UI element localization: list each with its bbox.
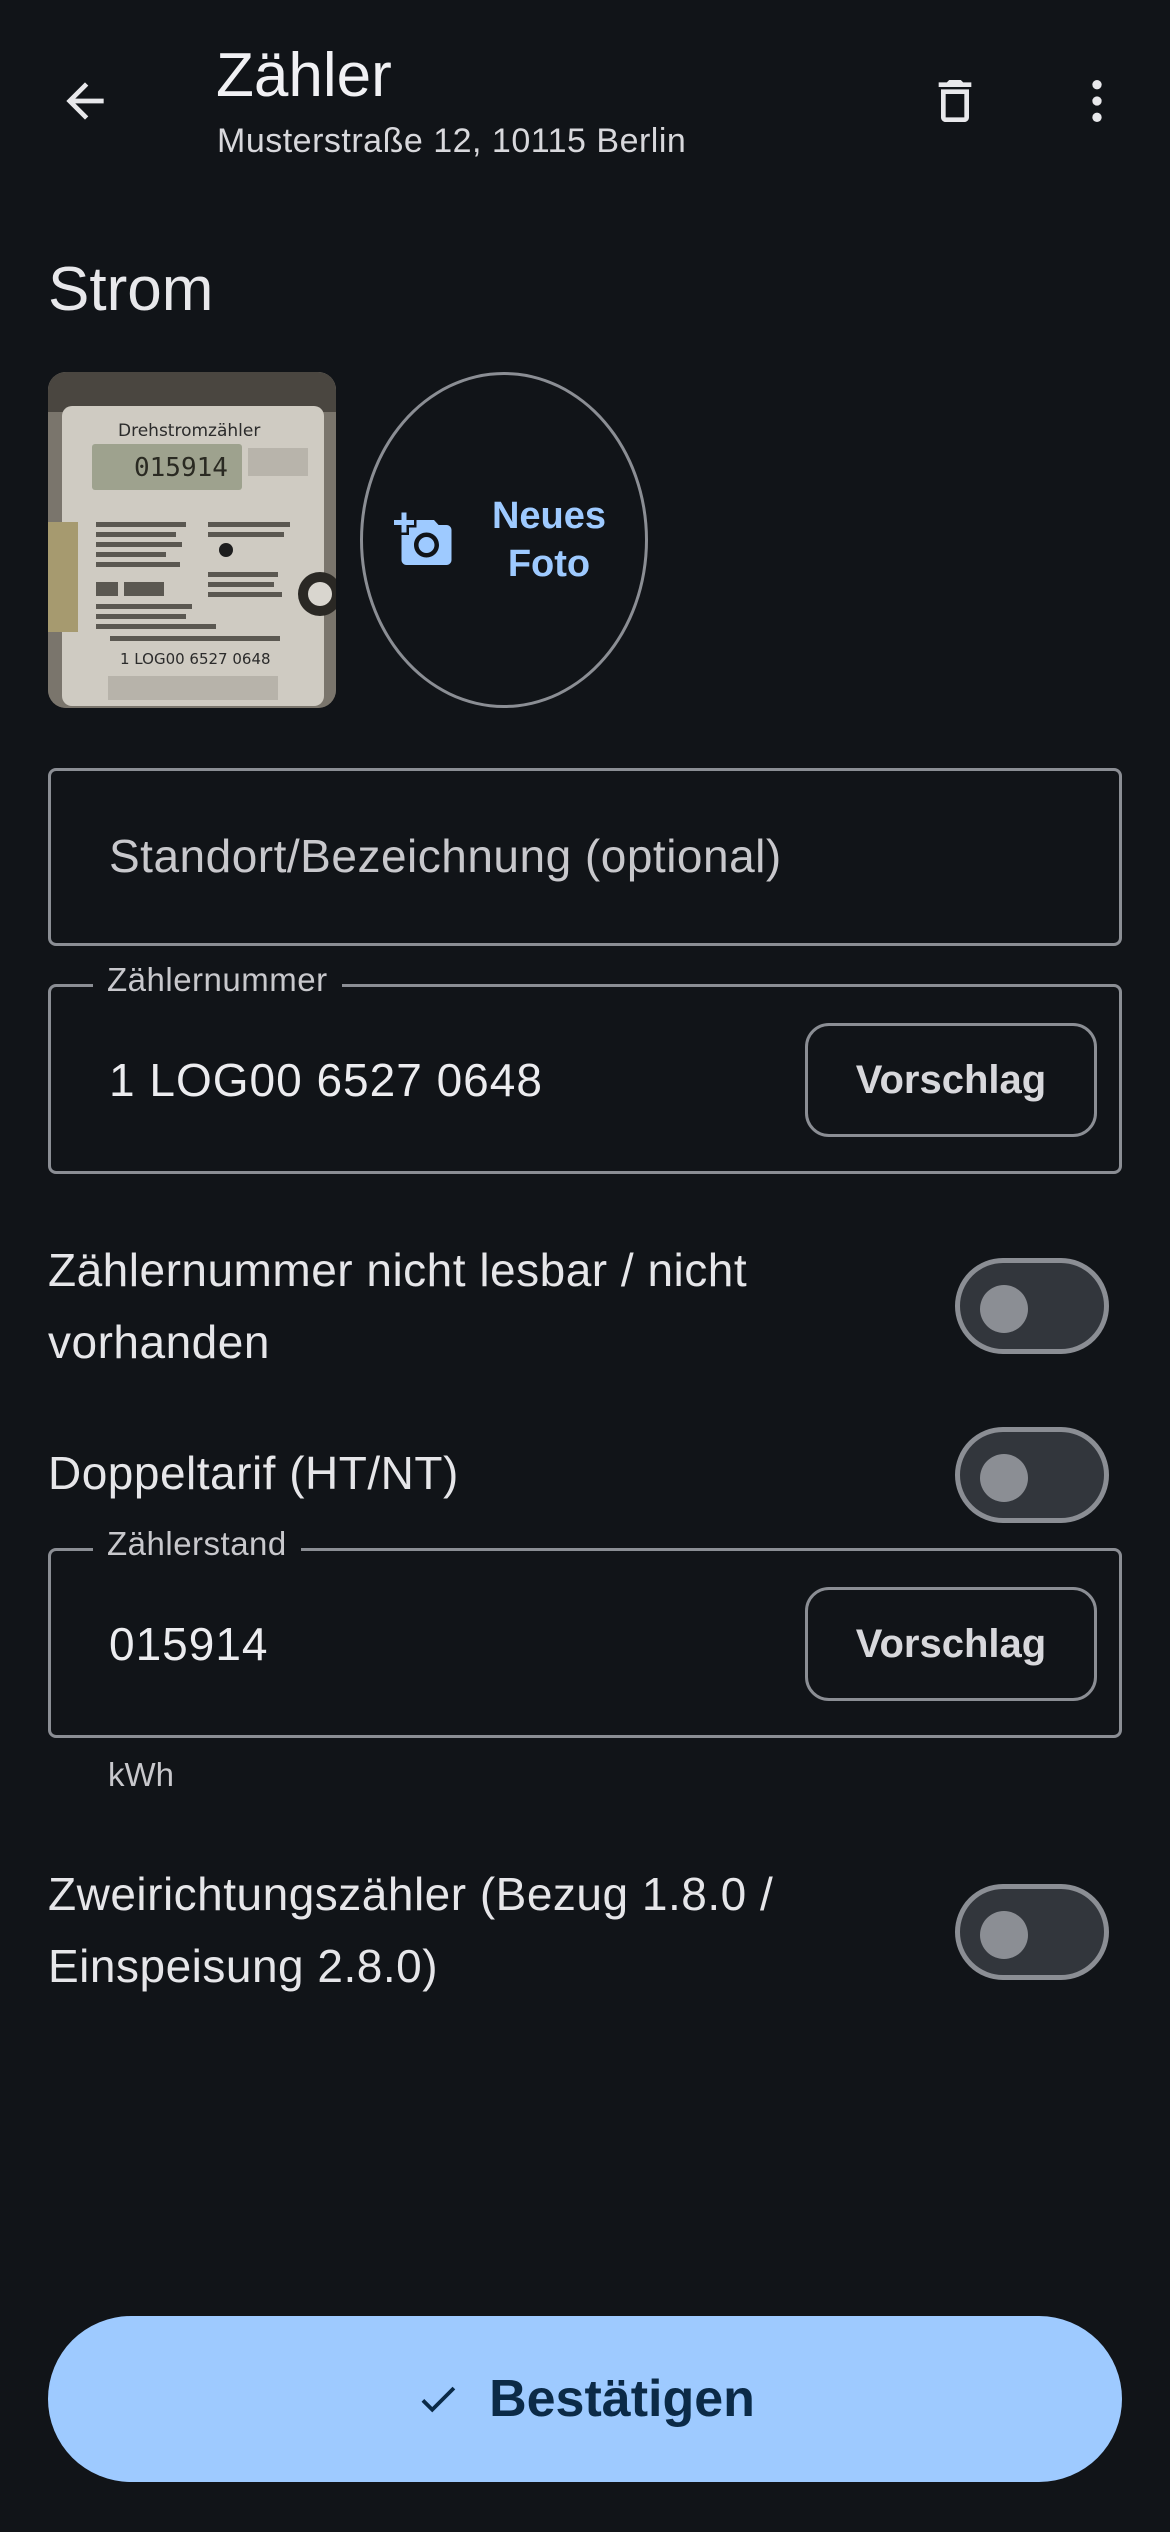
add-a-photo-icon [394,512,452,565]
meter-number-field[interactable]: Zählernummer 1 LOG00 6527 0648 Vorschlag [48,961,1122,1174]
meter-photo-image: Drehstromzähler 015914 1 LOG00 6527 0648 [48,372,336,708]
more-options-button[interactable] [1052,56,1142,146]
thumb-number-text: 1 LOG00 6527 0648 [120,650,271,668]
delete-button[interactable] [910,56,1000,146]
page-subtitle-address: Musterstraße 12, 10115 Berlin [217,122,687,160]
arrow-back-icon [66,82,104,120]
meter-number-label: Zählernummer [93,961,342,999]
thumb-display-text: 015914 [134,453,228,483]
meter-number-value[interactable]: 1 LOG00 6527 0648 [109,1053,543,1107]
switch-thumb [980,1285,1028,1333]
meter-reading-field[interactable]: Zählerstand 015914 Vorschlag [48,1525,1122,1738]
bidirectional-switch[interactable] [955,1884,1109,1980]
dual-tariff-switch[interactable] [955,1427,1109,1523]
switch-thumb [980,1911,1028,1959]
confirm-label: Bestätigen [489,2370,755,2428]
more-vert-icon [1092,80,1102,122]
meter-reading-value[interactable]: 015914 [109,1617,269,1671]
meter-number-suggest-button[interactable]: Vorschlag [805,1023,1097,1137]
switch-thumb [980,1454,1028,1502]
meter-reading-unit: kWh [108,1756,174,1793]
meter-photo-thumbnail[interactable]: Drehstromzähler 015914 1 LOG00 6527 0648 [48,372,336,708]
meter-reading-label: Zählerstand [93,1525,301,1563]
dual-tariff-switch-label: Doppeltarif (HT/NT) [48,1447,459,1499]
bidirectional-switch-label: Zweirichtungszähler (Bezug 1.8.0 / Einsp… [48,1868,774,1992]
back-button[interactable] [40,56,130,146]
location-field-placeholder: Standort/Bezeichnung (optional) [109,830,782,882]
page-title: Zähler [216,41,392,110]
unreadable-switch[interactable] [955,1258,1109,1354]
thumb-header-text: Drehstromzähler [118,421,260,441]
meter-reading-suggest-button[interactable]: Vorschlag [805,1587,1097,1701]
new-photo-label: Neues Foto [491,495,607,585]
check-icon [421,2386,456,2413]
new-photo-button[interactable]: Neues Foto [360,372,648,708]
unreadable-switch-label: Zählernummer nicht lesbar / nicht vorhan… [48,1244,748,1368]
location-field[interactable]: Standort/Bezeichnung (optional) [48,768,1122,946]
delete-icon [938,80,972,122]
section-title-strom: Strom [48,255,214,324]
confirm-button[interactable]: Bestätigen [48,2316,1122,2482]
